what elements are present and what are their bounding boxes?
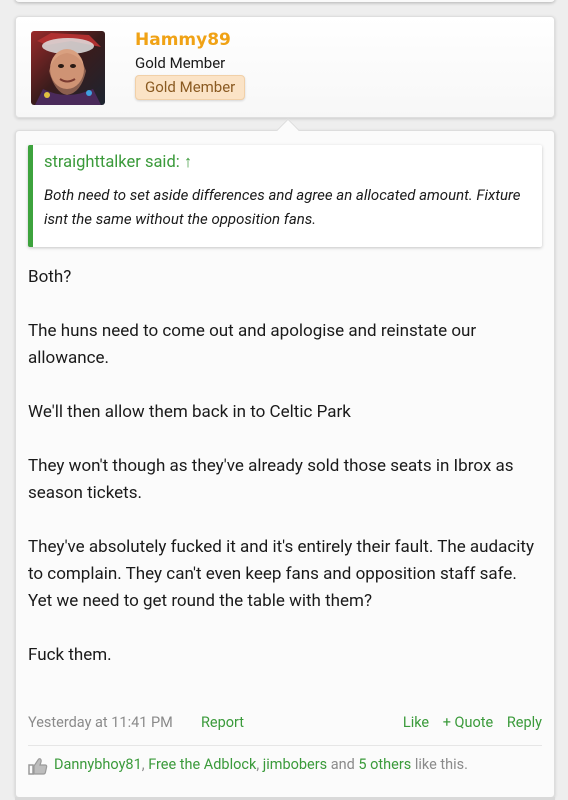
avatar[interactable] [31, 31, 105, 105]
post-paragraph: They won't though as they've already sol… [28, 456, 514, 503]
post-body: Both? The huns need to come out and apol… [28, 264, 544, 696]
thumbs-up-icon [28, 757, 48, 779]
post-paragraph: We'll then allow them back in to Celtic … [28, 402, 351, 422]
others-link[interactable]: 5 others [358, 756, 411, 773]
quote-link[interactable]: + Quote [443, 714, 494, 731]
divider [28, 745, 542, 746]
post-meta-row: Yesterday at 11:41 PM Report Like + Quot… [28, 714, 542, 736]
liker-link[interactable]: Free the Adblock [148, 756, 256, 773]
likes-suffix-text: like this. [411, 756, 468, 773]
liker-link[interactable]: Dannybhoy81 [54, 756, 142, 773]
post-paragraph: The huns need to come out and apologise … [28, 321, 477, 368]
post-actions: Like + Quote Reply [393, 714, 542, 731]
quote-text: Both need to set aside differences and a… [44, 186, 521, 228]
quote-author-link[interactable]: straighttalker said: ↑ [44, 153, 192, 172]
previous-post-edge [15, 0, 555, 2]
quote-block: straighttalker said: ↑ Both need to set … [28, 145, 542, 247]
report-link[interactable]: Report [201, 714, 244, 731]
reply-link[interactable]: Reply [507, 714, 542, 731]
likes-and-text: and [327, 756, 359, 773]
post-pointer-arrow [276, 118, 300, 142]
likes-summary: Dannybhoy81, Free the Adblock, jimbobers… [28, 756, 544, 778]
liker-link[interactable]: jimbobers [263, 756, 327, 773]
member-badge: Gold Member [135, 75, 246, 100]
post-message: straighttalker said: ↑ Both need to set … [15, 118, 555, 798]
post-timestamp[interactable]: Yesterday at 11:41 PM [28, 714, 173, 731]
user-title: Gold Member [135, 54, 226, 72]
user-info-card: Hammy89 Gold Member Gold Member [15, 16, 555, 118]
username[interactable]: Hammy89 [135, 30, 231, 50]
post-paragraph: They've absolutely fucked it and it's en… [28, 537, 535, 611]
post-paragraph: Both? [28, 267, 72, 287]
like-link[interactable]: Like [403, 714, 429, 731]
post-paragraph: Fuck them. [28, 645, 112, 665]
